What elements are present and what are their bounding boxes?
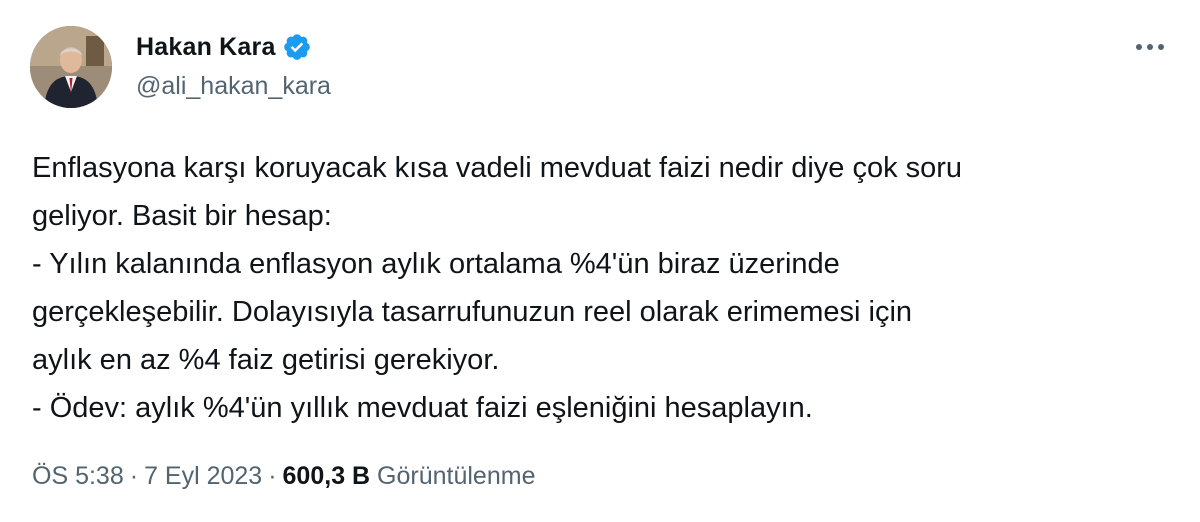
tweet-date[interactable]: 7 Eyl 2023 (144, 462, 262, 490)
meta-separator: · (129, 462, 139, 490)
tweet-meta: ÖS 5:38 · 7 Eyl 2023 · 600,3 B Görüntülenme (32, 462, 535, 491)
views-label: Görüntülenme (377, 462, 536, 490)
more-options-icon[interactable] (1130, 30, 1170, 64)
author-display-name[interactable]: Hakan Kara (136, 33, 276, 62)
tweet-line: geliyor. Basit bir hesap: (32, 200, 332, 232)
tweet-line: - Yılın kalanında enflasyon aylık ortala… (32, 248, 840, 280)
tweet-line: aylık en az %4 faiz getirisi gerekiyor. (32, 344, 500, 376)
tweet-time[interactable]: ÖS 5:38 (32, 462, 124, 490)
tweet-line: gerçekleşebilir. Dolayısıyla tasarrufunu… (32, 296, 913, 328)
verified-badge-icon[interactable] (282, 32, 312, 62)
author-handle[interactable]: @ali_hakan_kara (136, 72, 331, 101)
tweet-line: - Ödev: aylık %4'ün yıllık mevduat faizi… (32, 392, 813, 424)
author-name-row: Hakan Kara (136, 30, 312, 64)
avatar[interactable] (30, 26, 112, 108)
avatar-image (30, 26, 112, 108)
meta-separator: · (268, 462, 277, 490)
tweet-line: Enflasyona karşı koruyacak kısa vadeli m… (32, 152, 963, 184)
tweet-text: Enflasyona karşı koruyacak kısa vadeli m… (32, 144, 1172, 432)
views-count[interactable]: 600,3 B (283, 462, 371, 490)
